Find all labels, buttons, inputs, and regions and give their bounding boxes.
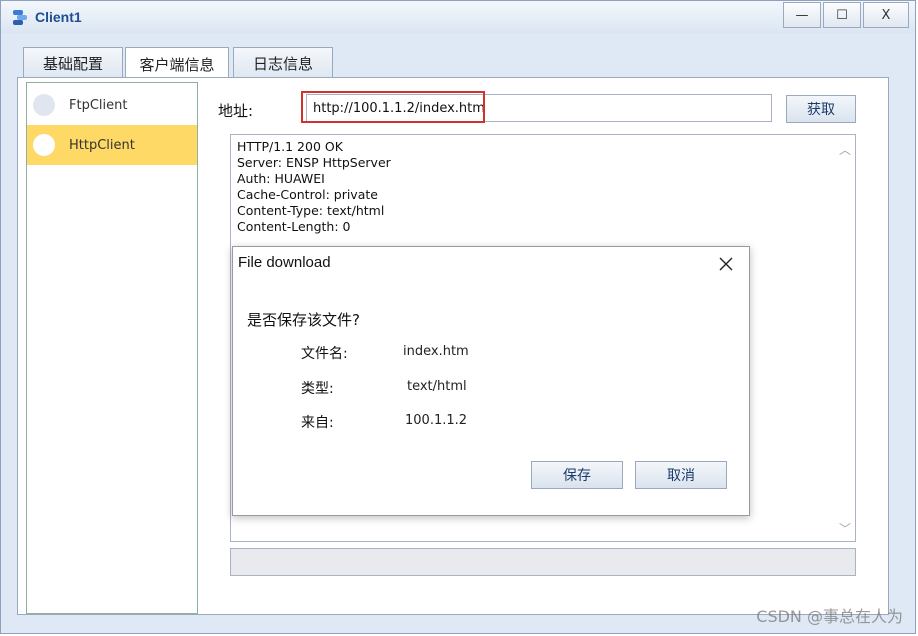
maximize-icon: ☐	[836, 7, 848, 23]
scroll-up-icon[interactable]: ︿	[839, 141, 851, 158]
dialog-question: 是否保存该文件?	[247, 311, 360, 329]
close-icon: X	[881, 7, 891, 23]
watermark: CSDN @事总在人为	[756, 607, 903, 626]
client-status-icon	[33, 134, 55, 156]
type-label: 类型:	[301, 381, 334, 397]
maximize-button[interactable]: ☐	[823, 2, 861, 28]
tab-client-info[interactable]: 客户端信息	[125, 47, 229, 81]
client-item-label: FtpClient	[69, 97, 128, 113]
address-input[interactable]	[306, 94, 772, 122]
title-bar[interactable]: Client1 — ☐ X	[1, 1, 915, 33]
client-item-ftp[interactable]: FtpClient	[27, 85, 197, 125]
tab-basic-config[interactable]: 基础配置	[23, 47, 123, 79]
app-icon	[13, 10, 27, 25]
client-list: FtpClient HttpClient	[26, 82, 198, 614]
address-label: 地址:	[218, 102, 254, 120]
source-label: 来自:	[301, 415, 334, 431]
fetch-button[interactable]: 获取	[786, 95, 856, 123]
client-status-icon	[33, 94, 55, 116]
client-item-http[interactable]: HttpClient	[27, 125, 197, 165]
progress-bar	[230, 548, 856, 576]
minimize-icon: —	[795, 7, 809, 23]
minimize-button[interactable]: —	[783, 2, 821, 28]
save-button[interactable]: 保存	[531, 461, 623, 489]
client-item-label: HttpClient	[69, 137, 135, 153]
tab-log-info[interactable]: 日志信息	[233, 47, 333, 79]
tab-label: 客户端信息	[139, 56, 215, 74]
source-value: 100.1.1.2	[405, 413, 468, 428]
dialog-close-button[interactable]	[713, 251, 739, 277]
file-download-dialog: File download 是否保存该文件? 文件名: index.htm 类型…	[232, 246, 750, 516]
type-value: text/html	[407, 379, 467, 394]
response-text: HTTP/1.1 200 OK Server: ENSP HttpServer …	[237, 139, 391, 234]
close-button[interactable]: X	[863, 2, 909, 28]
close-icon	[719, 257, 733, 271]
cancel-button[interactable]: 取消	[635, 461, 727, 489]
scroll-down-icon[interactable]: ﹀	[839, 520, 851, 537]
tab-label: 基础配置	[42, 55, 103, 73]
filename-label: 文件名:	[301, 346, 348, 362]
filename-value: index.htm	[403, 344, 469, 359]
window-title: Client1	[35, 9, 82, 25]
dialog-title: File download	[238, 254, 331, 271]
tab-label: 日志信息	[252, 55, 313, 73]
